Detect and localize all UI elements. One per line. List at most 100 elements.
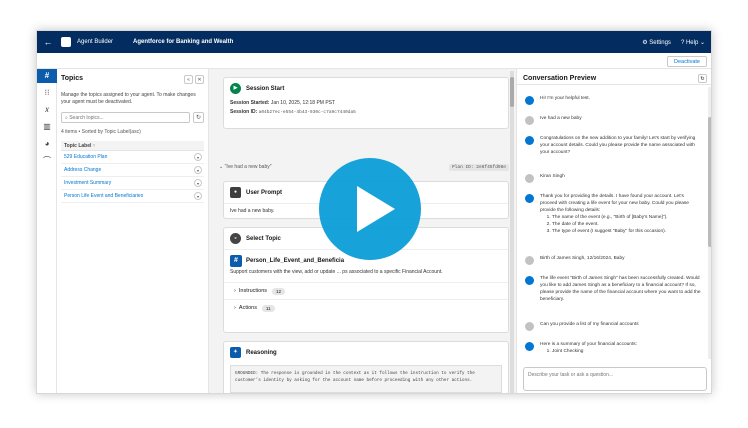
settings-label: Settings <box>649 39 671 46</box>
message-text: Can you provide a list of my financial a… <box>540 322 639 327</box>
card-title: Reasoning <box>246 349 277 356</box>
topic-link[interactable]: Investment Summary <box>64 180 111 186</box>
table-row: 529 Education Plan ▾ <box>61 151 204 164</box>
row-menu-icon[interactable]: ▾ <box>194 153 202 161</box>
list-entry: The name of the event (e.g., "Birth of [… <box>552 214 701 221</box>
row-menu-icon[interactable]: ▾ <box>194 192 202 200</box>
row-label: Instructions <box>238 288 268 294</box>
agent-avatar-icon <box>525 194 534 203</box>
list-item: Kiran Singh <box>525 173 701 183</box>
canvas-scrollbar[interactable] <box>510 71 514 393</box>
gear-icon: ⚙ <box>642 39 648 46</box>
app-name: Agent Builder <box>77 39 114 45</box>
topic-link[interactable]: 529 Education Plan <box>64 154 107 160</box>
grid-icon[interactable]: ⁝⁝ <box>37 86 57 100</box>
message-body: Thank you for providing the details. I h… <box>540 193 701 235</box>
card-header: ▶ Session Start <box>224 78 508 99</box>
message-input[interactable] <box>528 372 698 386</box>
topic-name: Person_Life_Event_and_Beneficia <box>246 258 345 264</box>
composer[interactable] <box>523 367 707 391</box>
search-input[interactable] <box>69 114 170 121</box>
list-item: Can you provide a list of my financial a… <box>525 321 701 331</box>
topics-hash-icon[interactable]: # <box>37 69 57 83</box>
message-body: Here is a summary of your financial acco… <box>540 341 637 355</box>
field-value: Jan 10, 2025, 12:18 PM PST <box>270 100 336 106</box>
panel-description: Manage the topics assigned to your agent… <box>61 92 196 105</box>
actions-row[interactable]: › Actions 11 <box>224 299 508 316</box>
agent-avatar-icon <box>525 342 534 351</box>
app-icon <box>61 37 71 47</box>
instructions-row[interactable]: › Instructions 12 <box>224 282 508 299</box>
library-icon[interactable]: ▥ <box>37 120 57 134</box>
reasoning-text: GROUNDED: The response is grounded in th… <box>230 365 502 393</box>
chevron-right-icon: › <box>234 305 236 311</box>
user-avatar-icon <box>525 174 534 183</box>
agent-name: Agentforce for Banking and Wealth <box>133 39 234 45</box>
topics-panel: Topics « ✕ Manage the topics assigned to… <box>57 69 209 393</box>
field-label: Session ID: <box>230 109 258 115</box>
link-icon[interactable]: ⌒ <box>37 154 57 168</box>
scrollbar-thumb[interactable] <box>510 77 514 107</box>
session-started-row: Session Started: Jan 10, 2025, 12:18 PM … <box>224 99 508 108</box>
global-header: ← Agent Builder Agentforce for Banking a… <box>37 31 711 53</box>
user-avatar-icon <box>525 322 534 331</box>
agent-avatar-icon <box>525 136 534 145</box>
list-item: Thank you for providing the details. I h… <box>525 193 701 235</box>
collapse-icon[interactable]: « <box>184 75 193 84</box>
agent-avatar-icon <box>525 276 534 285</box>
message-text: Ive had a new baby <box>540 116 582 121</box>
list-item: Birth of James Singh, 12/16/2024, Baby <box>525 255 701 265</box>
row-menu-icon[interactable]: ▾ <box>194 179 202 187</box>
utterance-text: "Ive had a new baby" <box>224 164 272 170</box>
list-entry: The type of event (I suggest "Baby" for … <box>552 228 701 235</box>
list-entry: The date of the event. <box>552 221 701 228</box>
header-actions: ⚙ Settings ? Help ⌄ <box>642 39 711 46</box>
topic-hash-icon: # <box>230 255 242 267</box>
user-avatar-icon <box>525 116 534 125</box>
user-icon: ● <box>230 187 241 198</box>
preview-scrollbar[interactable] <box>708 87 711 359</box>
row-label: Actions <box>238 305 257 311</box>
chevron-down-icon: ⌄ <box>699 39 705 46</box>
message-text: Congratulations on the new addition to y… <box>540 136 696 155</box>
message-list: Hi! I'm your helpful test. Ive had a new… <box>517 85 707 361</box>
chevron-down-icon[interactable]: ⌄ <box>219 164 223 170</box>
card-header: ✦ Reasoning <box>224 342 508 363</box>
row-menu-icon[interactable]: ▾ <box>194 166 202 174</box>
table-row: Person Life Event and Beneficiaries ▾ <box>61 190 204 203</box>
message-text: The life event "Birth of James Singh" ha… <box>540 276 701 302</box>
topic-link[interactable]: Person Life Event and Beneficiaries <box>64 193 143 199</box>
message-text: Here is a summary of your financial acco… <box>540 342 638 347</box>
list-entry: Joint Checking <box>552 348 637 355</box>
settings-button[interactable]: ⚙ Settings <box>642 39 671 46</box>
play-circle-icon: ▶ <box>230 83 241 94</box>
field-label: Session Started: <box>230 100 270 106</box>
question-icon: ? <box>680 39 685 46</box>
variables-icon[interactable]: 𝑥 <box>37 103 57 117</box>
preview-title: Conversation Preview <box>523 75 597 82</box>
message-text: Birth of James Singh, 12/16/2024, Baby <box>540 256 625 261</box>
arrow-left-icon[interactable]: ← <box>37 37 59 47</box>
search-row: ⌕ ↻ <box>61 112 204 123</box>
search-box[interactable]: ⌕ <box>61 112 190 123</box>
message-text: Hi! I'm your helpful test. <box>540 96 590 101</box>
refresh-icon[interactable]: ↻ <box>193 112 204 123</box>
refresh-icon[interactable]: ↻ <box>698 74 707 83</box>
card-title: Session Start <box>246 85 285 92</box>
builder-toolbar: Deactivate <box>37 53 711 69</box>
column-header-topic-label[interactable]: Topic Label ↑ <box>61 141 204 151</box>
topic-link[interactable]: Address Change <box>64 167 101 173</box>
plan-id-badge: Plan ID: 2e6f45fd98e <box>448 164 509 171</box>
palette-icon[interactable]: ◕ <box>37 137 57 151</box>
card-title: User Prompt <box>246 189 283 196</box>
help-button[interactable]: ? Help ⌄ <box>681 39 705 46</box>
video-play-button[interactable] <box>319 158 421 260</box>
item-count: 4 items • Sorted by Topic Label(asc) <box>61 129 141 135</box>
scrollbar-thumb[interactable] <box>708 117 711 247</box>
message-list-items: The name of the event (e.g., "Birth of [… <box>540 214 701 235</box>
session-start-card: ▶ Session Start Session Started: Jan 10,… <box>223 77 509 129</box>
close-icon[interactable]: ✕ <box>195 75 204 84</box>
left-rail: # ⁝⁝ 𝑥 ▥ ◕ ⌒ <box>37 69 57 393</box>
robot-icon: ◒ <box>230 233 241 244</box>
deactivate-button[interactable]: Deactivate <box>667 56 707 67</box>
